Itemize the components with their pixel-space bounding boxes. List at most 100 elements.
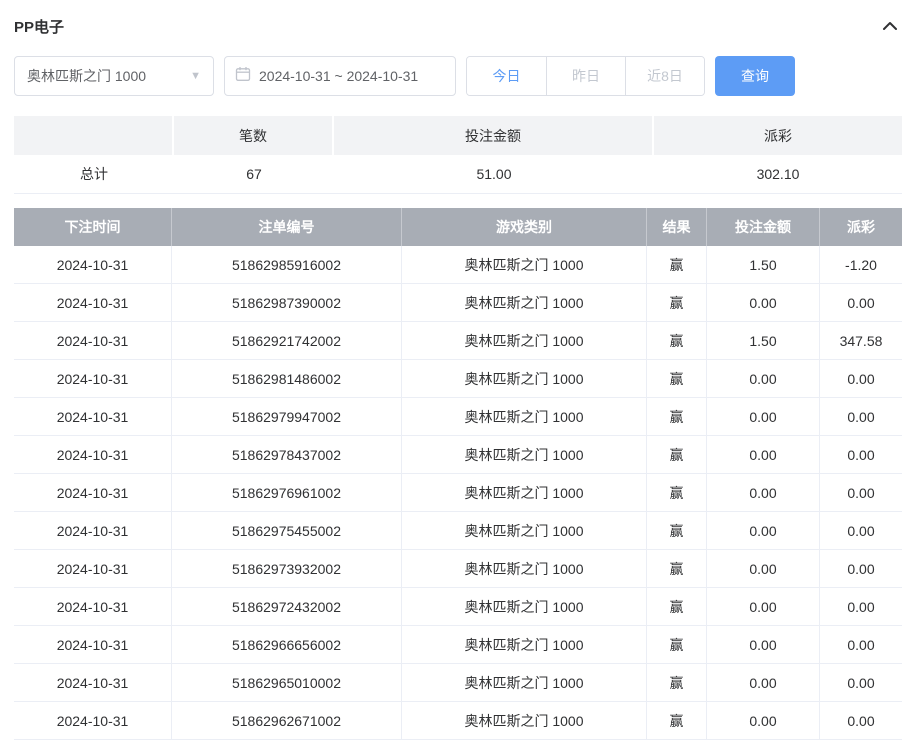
panel-header: PP电子: [14, 12, 902, 40]
cell-bet-time: 2024-10-31: [14, 246, 172, 283]
collapse-button[interactable]: [878, 18, 902, 34]
cell-bet-amount: 0.00: [707, 702, 820, 739]
cell-bet-time: 2024-10-31: [14, 512, 172, 549]
header-bet-time: 下注时间: [14, 208, 172, 246]
cell-order-id: 51862965010002: [172, 664, 402, 701]
cell-result: 赢: [647, 626, 707, 663]
cell-order-id: 51862966656002: [172, 626, 402, 663]
cell-order-id: 51862987390002: [172, 284, 402, 321]
cell-bet-amount: 0.00: [707, 588, 820, 625]
summary-total-payout: 302.10: [654, 155, 902, 193]
summary-total-bet-amount: 51.00: [334, 155, 654, 193]
cell-bet-amount: 0.00: [707, 664, 820, 701]
summary-header-row: 笔数 投注金额 派彩: [14, 116, 902, 155]
page-title: PP电子: [14, 16, 64, 37]
cell-bet-amount: 0.00: [707, 512, 820, 549]
cell-result: 赢: [647, 436, 707, 473]
cell-game-type: 奥林匹斯之门 1000: [402, 246, 647, 283]
table-row: 2024-10-31 51862975455002 奥林匹斯之门 1000 赢 …: [14, 512, 902, 550]
summary-header-count: 笔数: [174, 116, 334, 155]
today-button[interactable]: 今日: [467, 57, 546, 95]
cell-payout: 0.00: [820, 436, 902, 473]
cell-bet-time: 2024-10-31: [14, 626, 172, 663]
cell-payout: 0.00: [820, 664, 902, 701]
cell-game-type: 奥林匹斯之门 1000: [402, 284, 647, 321]
chevron-up-icon: [882, 20, 898, 35]
bet-records-table: 下注时间 注单编号 游戏类别 结果 投注金额 派彩 2024-10-31 518…: [14, 208, 902, 740]
game-select[interactable]: 奥林匹斯之门 1000 ▼: [14, 56, 214, 96]
cell-result: 赢: [647, 588, 707, 625]
table-body: 2024-10-31 51862985916002 奥林匹斯之门 1000 赢 …: [14, 246, 902, 740]
table-row: 2024-10-31 51862965010002 奥林匹斯之门 1000 赢 …: [14, 664, 902, 702]
cell-game-type: 奥林匹斯之门 1000: [402, 588, 647, 625]
summary-total-label: 总计: [14, 155, 174, 193]
cell-bet-amount: 0.00: [707, 626, 820, 663]
cell-bet-time: 2024-10-31: [14, 360, 172, 397]
calendar-icon: [235, 66, 251, 87]
cell-order-id: 51862975455002: [172, 512, 402, 549]
table-row: 2024-10-31 51862987390002 奥林匹斯之门 1000 赢 …: [14, 284, 902, 322]
cell-payout: 0.00: [820, 626, 902, 663]
cell-result: 赢: [647, 474, 707, 511]
cell-payout: 0.00: [820, 550, 902, 587]
quick-date-button-group: 今日 昨日 近8日: [466, 56, 705, 96]
table-header-row: 下注时间 注单编号 游戏类别 结果 投注金额 派彩: [14, 208, 902, 246]
cell-game-type: 奥林匹斯之门 1000: [402, 436, 647, 473]
cell-game-type: 奥林匹斯之门 1000: [402, 550, 647, 587]
cell-payout: 0.00: [820, 474, 902, 511]
cell-game-type: 奥林匹斯之门 1000: [402, 702, 647, 739]
game-select-value: 奥林匹斯之门 1000: [27, 66, 146, 86]
cell-result: 赢: [647, 246, 707, 283]
cell-payout: 0.00: [820, 588, 902, 625]
summary-total-count: 67: [174, 155, 334, 193]
table-row: 2024-10-31 51862962671002 奥林匹斯之门 1000 赢 …: [14, 702, 902, 740]
summary-header-bet-amount: 投注金额: [334, 116, 654, 155]
table-row: 2024-10-31 51862966656002 奥林匹斯之门 1000 赢 …: [14, 626, 902, 664]
cell-payout: 0.00: [820, 512, 902, 549]
header-result: 结果: [647, 208, 707, 246]
table-row: 2024-10-31 51862972432002 奥林匹斯之门 1000 赢 …: [14, 588, 902, 626]
cell-bet-time: 2024-10-31: [14, 664, 172, 701]
cell-bet-time: 2024-10-31: [14, 322, 172, 359]
cell-order-id: 51862976961002: [172, 474, 402, 511]
date-range-picker[interactable]: [224, 56, 456, 96]
cell-game-type: 奥林匹斯之门 1000: [402, 360, 647, 397]
cell-bet-amount: 0.00: [707, 284, 820, 321]
cell-payout: 0.00: [820, 284, 902, 321]
cell-game-type: 奥林匹斯之门 1000: [402, 626, 647, 663]
yesterday-button[interactable]: 昨日: [546, 57, 625, 95]
cell-bet-time: 2024-10-31: [14, 702, 172, 739]
cell-result: 赢: [647, 284, 707, 321]
cell-game-type: 奥林匹斯之门 1000: [402, 512, 647, 549]
header-bet-amount: 投注金额: [707, 208, 820, 246]
date-range-input[interactable]: [259, 68, 445, 84]
cell-bet-time: 2024-10-31: [14, 550, 172, 587]
cell-order-id: 51862962671002: [172, 702, 402, 739]
cell-bet-time: 2024-10-31: [14, 284, 172, 321]
last8days-button[interactable]: 近8日: [625, 57, 704, 95]
cell-bet-amount: 1.50: [707, 246, 820, 283]
cell-payout: 0.00: [820, 360, 902, 397]
search-button[interactable]: 查询: [715, 56, 795, 96]
cell-order-id: 51862921742002: [172, 322, 402, 359]
summary-total-row: 总计 67 51.00 302.10: [14, 155, 902, 194]
cell-result: 赢: [647, 550, 707, 587]
cell-order-id: 51862972432002: [172, 588, 402, 625]
cell-bet-amount: 0.00: [707, 398, 820, 435]
table-row: 2024-10-31 51862976961002 奥林匹斯之门 1000 赢 …: [14, 474, 902, 512]
cell-bet-amount: 0.00: [707, 436, 820, 473]
cell-order-id: 51862981486002: [172, 360, 402, 397]
cell-result: 赢: [647, 360, 707, 397]
cell-game-type: 奥林匹斯之门 1000: [402, 398, 647, 435]
summary-header-blank: [14, 116, 174, 155]
cell-bet-time: 2024-10-31: [14, 398, 172, 435]
cell-result: 赢: [647, 702, 707, 739]
cell-order-id: 51862985916002: [172, 246, 402, 283]
pp-electronic-panel: PP电子 奥林匹斯之门 1000 ▼ 今日 昨: [0, 0, 916, 740]
header-payout: 派彩: [820, 208, 902, 246]
cell-order-id: 51862978437002: [172, 436, 402, 473]
cell-bet-amount: 1.50: [707, 322, 820, 359]
cell-order-id: 51862973932002: [172, 550, 402, 587]
summary-header-payout: 派彩: [654, 116, 902, 155]
cell-payout: 347.58: [820, 322, 902, 359]
